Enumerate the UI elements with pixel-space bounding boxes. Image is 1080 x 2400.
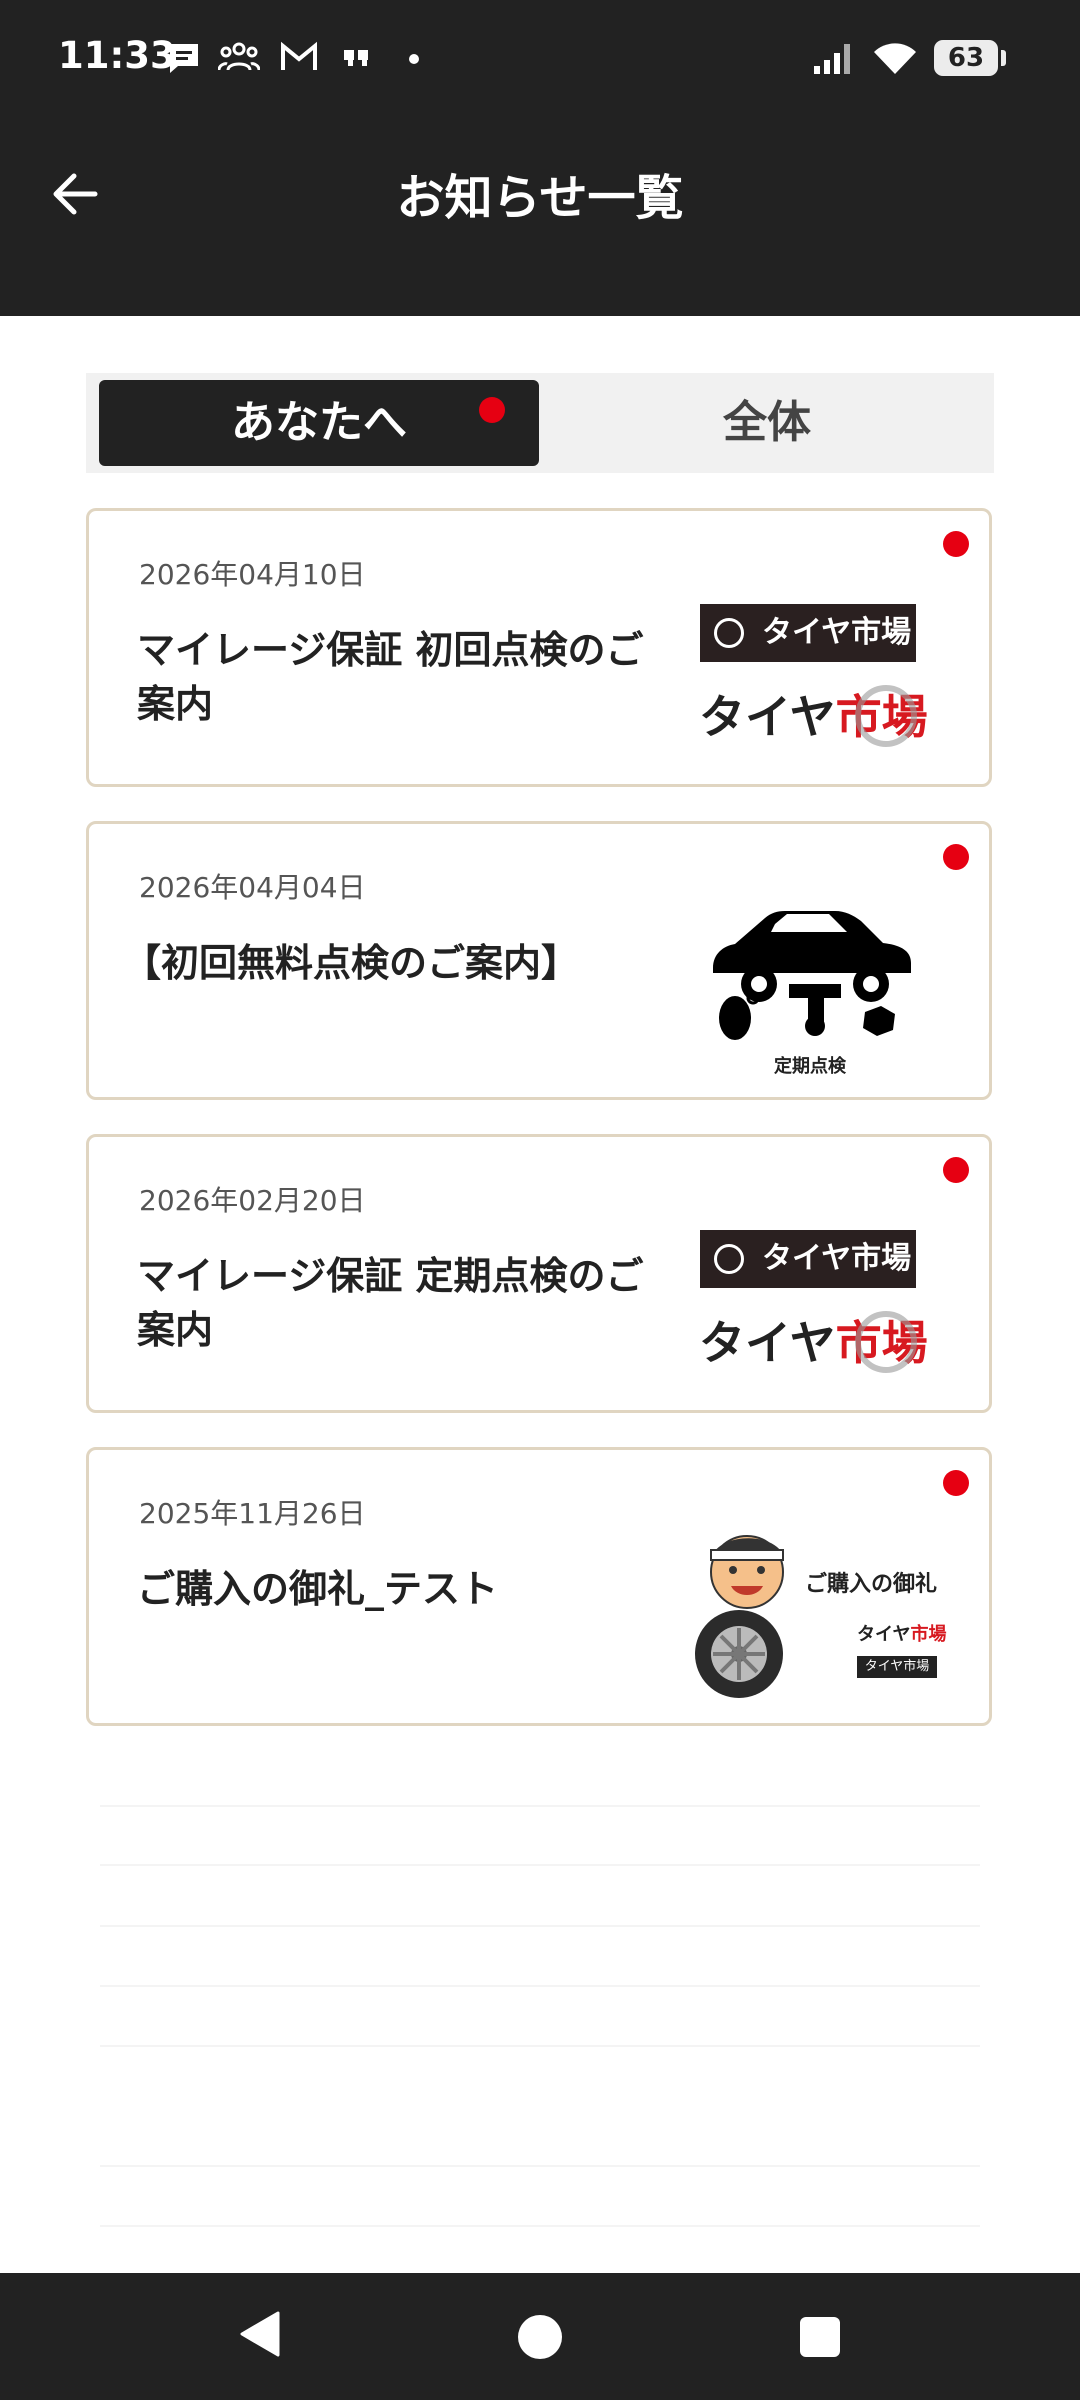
divider bbox=[100, 1985, 980, 1987]
divider bbox=[100, 2045, 980, 2047]
quote-icon bbox=[344, 50, 368, 66]
notice-date: 2025年11月26日 bbox=[139, 1497, 366, 1530]
people-icon bbox=[218, 42, 260, 71]
tab-for-you[interactable]: あなたへ bbox=[99, 380, 539, 466]
logo-text: タイヤ市場 bbox=[762, 615, 912, 650]
tab-all[interactable]: 全体 bbox=[540, 380, 994, 466]
nav-home-icon[interactable] bbox=[518, 2315, 562, 2359]
notice-date: 2026年04月10日 bbox=[139, 558, 366, 591]
unread-dot bbox=[943, 1157, 969, 1183]
periodic-inspection-car-image: 定期点検 bbox=[695, 902, 925, 1077]
notice-title: ご購入の御礼_テスト bbox=[137, 1567, 499, 1611]
tab-for-you-label: あなたへ bbox=[231, 397, 407, 448]
logo-text: タイヤ市場 bbox=[762, 1241, 912, 1276]
unread-dot bbox=[479, 397, 505, 423]
notice-card[interactable]: 2026年04月04日 【初回無料点検のご案内】 定期点検 bbox=[86, 821, 992, 1100]
divider bbox=[100, 2225, 980, 2227]
wifi-icon bbox=[874, 43, 916, 74]
signal-icon bbox=[814, 44, 850, 74]
logo-text-black: タイヤ bbox=[857, 1624, 911, 1645]
divider bbox=[100, 1925, 980, 1927]
logo-text: タイヤ市場 bbox=[857, 1656, 937, 1678]
more-notifications-icon bbox=[409, 54, 419, 64]
status-time: 11:33 bbox=[58, 34, 176, 77]
notice-date: 2026年04月04日 bbox=[139, 871, 366, 904]
unread-dot bbox=[943, 531, 969, 557]
thumb-caption: ご購入の御礼 bbox=[805, 1572, 938, 1597]
notice-card[interactable]: 2026年02月20日 マイレージ保証 定期点検のご案内 タイヤ市場 タイヤ市場 bbox=[86, 1134, 992, 1413]
notice-card[interactable]: 2025年11月26日 ご購入の御礼_テスト ご購入の御礼 タイヤ市場 タイヤ市… bbox=[86, 1447, 992, 1726]
thumb-caption: 定期点検 bbox=[774, 1056, 846, 1077]
unread-dot bbox=[943, 1470, 969, 1496]
message-icon bbox=[170, 44, 198, 73]
divider bbox=[100, 2165, 980, 2167]
nav-back-icon[interactable] bbox=[238, 2309, 282, 2359]
logo-text-black: タイヤ bbox=[699, 1316, 836, 1370]
notice-title: マイレージ保証 初回点検のご案内 bbox=[137, 628, 644, 726]
battery-indicator: 63 bbox=[934, 40, 1006, 76]
logo-text-red: 市場 bbox=[910, 1624, 947, 1645]
tab-bar: あなたへ 全体 bbox=[86, 373, 994, 473]
gmail-icon bbox=[281, 41, 317, 70]
status-bar: 11:33 63 bbox=[0, 0, 1080, 118]
notice-title: 【初回無料点検のご案内】 bbox=[123, 941, 580, 985]
system-navigation-bar bbox=[0, 2273, 1080, 2400]
divider bbox=[100, 1805, 980, 1807]
tire-ichiba-logo: タイヤ市場 タイヤ市場 bbox=[695, 1215, 928, 1385]
notice-card[interactable]: 2026年04月10日 マイレージ保証 初回点検のご案内 タイヤ市場 タイヤ市場 bbox=[86, 508, 992, 787]
tire-ichiba-logo: タイヤ市場 タイヤ市場 bbox=[695, 589, 928, 759]
nav-recents-icon[interactable] bbox=[800, 2317, 840, 2357]
page-title: お知らせ一覧 bbox=[396, 170, 684, 226]
logo-text-black: タイヤ bbox=[699, 690, 836, 744]
notice-title: マイレージ保証 定期点検のご案内 bbox=[137, 1254, 644, 1352]
thank-you-mascot-image: ご購入の御礼 タイヤ市場 タイヤ市場 bbox=[687, 1524, 946, 1700]
unread-dot bbox=[943, 844, 969, 870]
notice-date: 2026年02月20日 bbox=[139, 1184, 366, 1217]
divider bbox=[100, 1864, 980, 1866]
app-header: 11:33 63 お知らせ一覧 bbox=[0, 0, 1080, 316]
